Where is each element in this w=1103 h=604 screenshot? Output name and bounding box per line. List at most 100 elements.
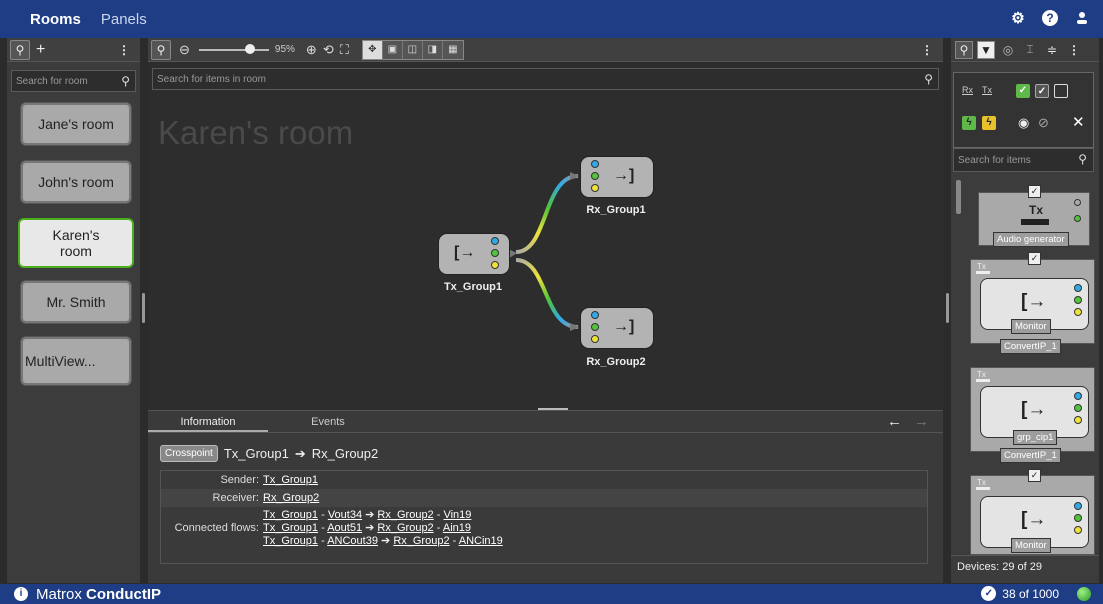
room-janes[interactable]: Jane's room [20, 102, 132, 146]
forward-arrow-icon[interactable]: → [914, 413, 929, 430]
back-arrow-icon[interactable]: ← [887, 413, 902, 430]
device-card[interactable]: Tx [→ Monitor [970, 475, 1095, 555]
left-resize-handle[interactable] [142, 293, 145, 323]
filter-checked-icon[interactable]: ✓ [1035, 84, 1049, 98]
anc-led [1074, 526, 1082, 534]
flow-tx-out-link[interactable]: Aout51 [327, 522, 362, 534]
device-search-input[interactable]: Search for items ⚲ [953, 148, 1094, 172]
tab-events[interactable]: Events [268, 411, 388, 432]
power-yellow-icon[interactable]: ϟ [982, 116, 996, 130]
flow-rx-link[interactable]: Rx_Group2 [377, 522, 433, 534]
user-icon[interactable] [1073, 9, 1091, 27]
audio-led [1074, 404, 1082, 412]
flow-rx-in-link[interactable]: ANCin19 [459, 535, 503, 547]
devices-scrollbar[interactable] [956, 180, 961, 214]
locate-icon[interactable]: ◎ [999, 41, 1017, 59]
node-rx-group2[interactable]: →] [580, 307, 654, 349]
device-checkbox[interactable]: ✓ [1028, 185, 1041, 198]
device-card[interactable]: Tx [→ grp_cip1 [970, 367, 1095, 452]
room-mr-smith[interactable]: Mr. Smith [20, 280, 132, 324]
device-tag-convertip: ConvertIP_1 [1000, 448, 1061, 463]
collapse-icon[interactable]: ≑ [1043, 41, 1061, 59]
license-count: 38 of 1000 [1002, 586, 1059, 601]
connection-tx1-rx2 [515, 258, 579, 329]
flow-tx-link[interactable]: Tx_Group1 [263, 522, 318, 534]
flow-rx-in-link[interactable]: Ain19 [443, 522, 471, 534]
device-tag-convertip: ConvertIP_1 [1000, 339, 1061, 354]
receive-icon: →] [613, 318, 635, 335]
filter-tx-toggle[interactable]: Tx [982, 85, 992, 95]
right-resize-handle[interactable] [946, 293, 949, 323]
search-icon[interactable]: ⚲ [10, 39, 30, 60]
property-row: Receiver: Rx_Group2 [161, 489, 927, 507]
receiver-link[interactable]: Rx_Group2 [263, 492, 319, 504]
connection-status-icon[interactable] [1077, 587, 1091, 601]
hidden-icon[interactable]: ⊘ [1038, 115, 1049, 131]
device-inner-tag: Monitor [1011, 319, 1051, 334]
flow-rx-in-link[interactable]: Vin19 [443, 509, 471, 521]
arrow-icon: ➔ [294, 445, 306, 461]
device-search-placeholder: Search for items [958, 155, 1031, 166]
node-tx-group1[interactable]: [→ [438, 233, 510, 275]
device-count: Devices: 29 of 29 [957, 561, 1042, 573]
room-search-input[interactable]: Search for room ⚲ [11, 70, 136, 92]
audio-led [1074, 296, 1082, 304]
room-karens[interactable]: Karen's room [18, 218, 134, 268]
device-tag-audio-generator: Audio generator [993, 232, 1069, 247]
flow-tx-link[interactable]: Tx_Group1 [263, 509, 318, 521]
filter-rx-toggle[interactable]: Rx [962, 85, 973, 95]
more-menu-icon[interactable]: ⋮ [118, 43, 130, 57]
connector-arrow [570, 323, 579, 331]
audio-led [1074, 514, 1082, 522]
receiver-label: Receiver: [212, 492, 259, 504]
flow-tx-out-link[interactable]: ANCout39 [327, 535, 378, 547]
flow-tx-link[interactable]: Tx_Group1 [263, 535, 318, 547]
flow-rx-link[interactable]: Rx_Group2 [377, 509, 433, 521]
send-icon: [→ [1021, 399, 1047, 420]
search-icon: ⚲ [121, 74, 130, 88]
filter-checked-green-icon[interactable]: ✓ [1016, 84, 1030, 98]
room-johns[interactable]: John's room [20, 160, 132, 204]
video-led [1074, 392, 1082, 400]
property-row: Sender: Tx_Group1 [161, 471, 927, 489]
search-icon[interactable]: ⚲ [955, 40, 973, 59]
connection-tx1-rx1 [515, 174, 579, 254]
device-card[interactable]: Tx [→ Monitor [970, 259, 1095, 344]
nav-rooms[interactable]: Rooms [30, 11, 81, 28]
device-checkbox[interactable]: ✓ [1028, 469, 1041, 482]
audio-led [591, 323, 599, 331]
tab-information[interactable]: Information [148, 411, 268, 432]
send-icon: [→ [1021, 291, 1047, 312]
device-inner-tag: grp_cip1 [1013, 430, 1058, 445]
help-icon[interactable]: ? [1041, 9, 1059, 27]
filter-icon[interactable]: ▼ [977, 40, 995, 59]
crosspoint-badge: Crosspoint [160, 445, 218, 462]
room-multiview[interactable]: MultiView... [20, 336, 132, 386]
align-icon[interactable]: ⌶ [1021, 41, 1039, 59]
tx-icon-bar [976, 271, 990, 274]
status-led [1074, 215, 1081, 222]
search-icon: ⚲ [1078, 152, 1087, 166]
verified-icon: ✓ [981, 586, 997, 601]
node-rx-group1[interactable]: →] [580, 156, 654, 198]
crosspoint-to: Rx_Group2 [311, 446, 379, 461]
node-label-rx-group1: Rx_Group1 [586, 204, 646, 216]
tx-label: Tx [1029, 203, 1044, 217]
device-inner-tag: Monitor [1011, 538, 1051, 553]
close-icon[interactable]: ✕ [1072, 113, 1085, 131]
gear-icon[interactable]: ⚙ [1009, 9, 1027, 27]
flow-tx-out-link[interactable]: Vout34 [328, 509, 362, 521]
device-checkbox[interactable]: ✓ [1028, 252, 1041, 265]
flow-item: Tx_Group1 - Vout34 ➔ Rx_Group2 - Vin19 [263, 509, 472, 521]
filter-unchecked-icon[interactable] [1054, 84, 1068, 98]
sender-link[interactable]: Tx_Group1 [263, 474, 318, 486]
more-menu-icon[interactable]: ⋮ [1065, 41, 1083, 59]
nav-panels[interactable]: Panels [101, 11, 147, 28]
node-label-tx-group1: Tx_Group1 [443, 281, 503, 293]
power-green-icon[interactable]: ϟ [962, 116, 976, 130]
crosspoint-from: Tx_Group1 [223, 446, 289, 461]
add-icon[interactable]: + [36, 41, 45, 59]
visible-icon[interactable]: ◉ [1018, 115, 1029, 131]
info-icon[interactable]: i [14, 587, 28, 601]
flow-rx-link[interactable]: Rx_Group2 [393, 535, 449, 547]
